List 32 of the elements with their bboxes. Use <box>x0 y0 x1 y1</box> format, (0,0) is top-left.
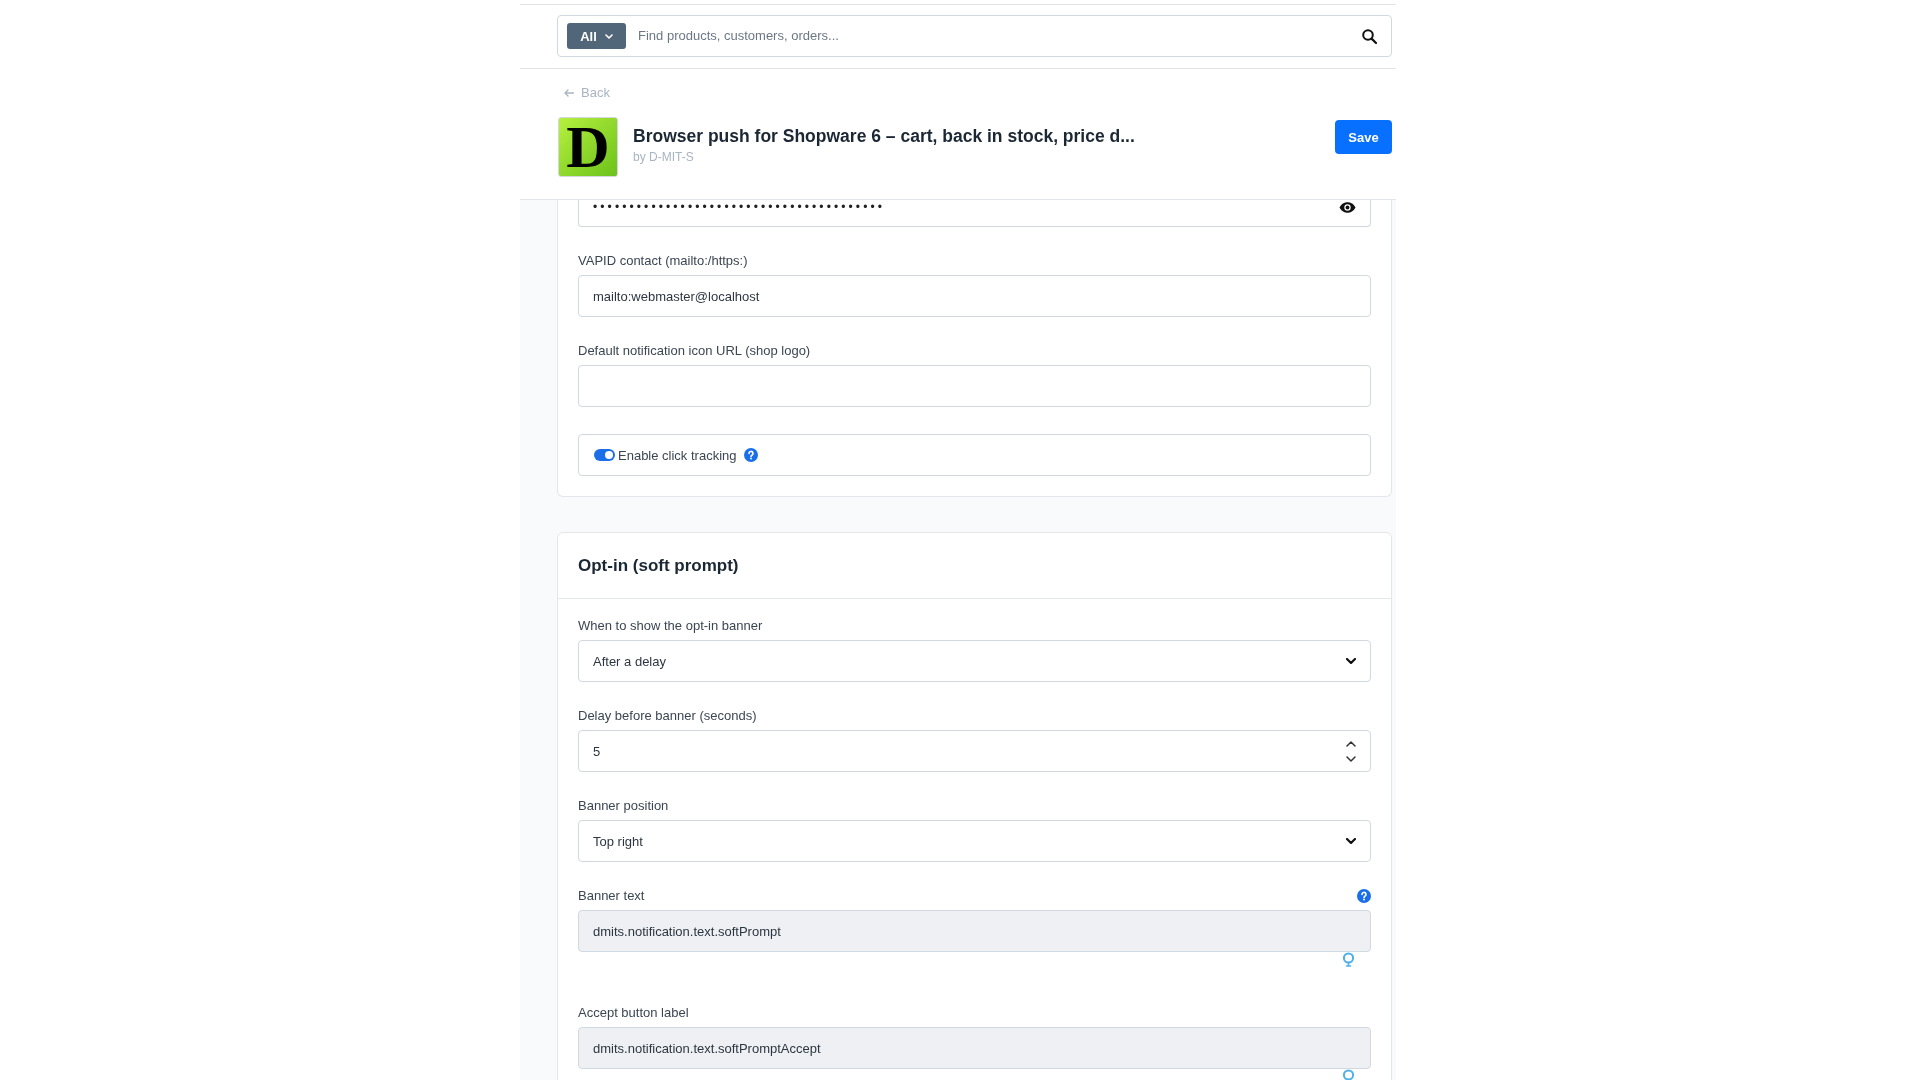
help-icon[interactable] <box>743 448 758 462</box>
scope-dropdown[interactable]: All <box>567 23 626 49</box>
field-label: When to show the opt-in banner <box>578 618 763 634</box>
field-label: VAPID contact (mailto:/https:) <box>578 253 748 269</box>
input-field[interactable] <box>578 365 1371 407</box>
help-icon[interactable] <box>1357 889 1371 903</box>
toggle-label: Enable click tracking <box>618 447 737 463</box>
field-label: Delay before banner (seconds) <box>578 708 757 724</box>
field-label: Default notification icon URL (shop logo) <box>578 343 811 359</box>
search-field[interactable]: Find products, customers, orders... <box>638 26 1362 46</box>
vendor-name: by D-MIT-S <box>633 149 695 165</box>
chevron-down-icon[interactable] <box>1346 658 1356 664</box>
select-field[interactable]: Top right <box>578 820 1371 862</box>
card-title: Opt-in (soft prompt) <box>578 555 739 576</box>
field-label: Banner position <box>578 798 669 814</box>
chevron-up-icon[interactable] <box>1346 740 1356 747</box>
eye-icon[interactable] <box>1339 202 1356 213</box>
select-field[interactable]: After a delay <box>578 640 1371 682</box>
search-icon[interactable] <box>1362 28 1377 44</box>
password-field[interactable]: •••••••••••••••••••••••••••••••••••••••• <box>578 200 1371 227</box>
field-label: Banner text <box>578 888 645 904</box>
chevron-down-icon[interactable] <box>1346 838 1356 844</box>
input-field[interactable]: dmits.notification.text.softPromptAccept <box>578 1027 1371 1069</box>
plugin-title: Browser push for Shopware 6 – cart, back in stock, price d... <box>633 125 1135 147</box>
chevron-down-icon[interactable] <box>1346 755 1356 762</box>
toggle-switch[interactable] <box>594 449 615 461</box>
input-field[interactable]: mailto:webmaster@localhost <box>578 275 1371 317</box>
field-label: Accept button label <box>578 1005 689 1021</box>
app-logo: D <box>558 117 618 177</box>
save-button[interactable]: Save <box>1335 120 1392 154</box>
input-field[interactable]: dmits.notification.text.softPrompt <box>578 910 1371 952</box>
number-field[interactable]: 5 <box>578 730 1371 772</box>
